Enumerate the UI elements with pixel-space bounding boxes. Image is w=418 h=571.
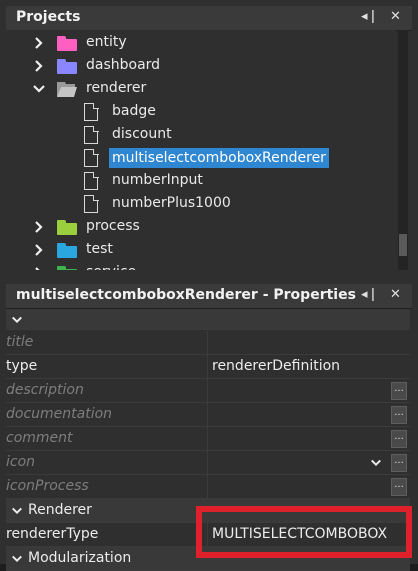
properties-collapse-bar[interactable] bbox=[6, 309, 410, 330]
minimize-icon[interactable]: ◂ bbox=[361, 287, 368, 302]
property-row-description[interactable]: description ... bbox=[6, 379, 410, 403]
property-value[interactable]: rendererDefinition bbox=[212, 358, 340, 374]
folder-icon bbox=[57, 36, 77, 51]
tree-scrollbar[interactable] bbox=[398, 30, 408, 270]
more-button[interactable]: ... bbox=[391, 478, 407, 496]
property-name: icon bbox=[6, 454, 36, 470]
property-row-icon-process[interactable]: iconProcess ... bbox=[6, 475, 410, 499]
tree-item-label: numberInput bbox=[112, 172, 203, 188]
projects-panel-header: Projects ◂ ǀ ✕ bbox=[6, 6, 412, 31]
folder-open-icon bbox=[57, 82, 77, 97]
tree-item-label: discount bbox=[112, 126, 172, 142]
tree-item-label: renderer bbox=[86, 80, 147, 96]
property-name: description bbox=[6, 382, 84, 398]
folder-icon bbox=[57, 220, 77, 235]
property-row-title[interactable]: title bbox=[6, 331, 410, 355]
pin-icon[interactable]: ǀ bbox=[371, 287, 375, 302]
more-button[interactable]: ... bbox=[391, 430, 407, 448]
tree-item-label: numberPlus1000 bbox=[112, 195, 231, 211]
chevron-down-icon[interactable] bbox=[11, 553, 23, 565]
file-icon bbox=[84, 171, 99, 190]
chevron-right-icon[interactable] bbox=[32, 59, 46, 73]
property-name: title bbox=[6, 334, 34, 350]
chevron-down-icon[interactable] bbox=[11, 505, 23, 517]
tree-item-entity[interactable]: entity bbox=[6, 32, 396, 55]
tree-item-number-plus-1000[interactable]: numberPlus1000 bbox=[6, 193, 396, 216]
chevron-down-icon[interactable] bbox=[11, 314, 23, 326]
property-name: type bbox=[6, 358, 38, 374]
close-icon[interactable]: ✕ bbox=[390, 287, 401, 302]
chevron-right-icon[interactable] bbox=[32, 243, 46, 257]
file-icon bbox=[84, 194, 99, 213]
tree-item-label: dashboard bbox=[86, 57, 161, 73]
tree-item-dashboard[interactable]: dashboard bbox=[6, 55, 396, 78]
tree-item-badge[interactable]: badge bbox=[6, 101, 396, 124]
properties-panel-title: multiselectcomboboxRenderer - Properties bbox=[16, 287, 356, 303]
tree-item-label-selected: multiselectcomboboxRenderer bbox=[109, 148, 329, 168]
minimize-icon[interactable]: ◂ bbox=[361, 9, 368, 24]
property-name: iconProcess bbox=[6, 478, 89, 494]
tree-item-test[interactable]: test bbox=[6, 239, 396, 262]
scrollbar-thumb[interactable] bbox=[399, 234, 407, 256]
more-button[interactable]: ... bbox=[391, 382, 407, 400]
folder-icon bbox=[57, 59, 77, 74]
folder-icon bbox=[57, 243, 77, 258]
properties-panel-header: multiselectcomboboxRenderer - Properties… bbox=[6, 284, 412, 309]
chevron-right-icon[interactable] bbox=[32, 266, 46, 270]
chevron-right-icon[interactable] bbox=[32, 36, 46, 50]
project-tree: entity dashboard renderer badge discount… bbox=[6, 30, 396, 270]
file-icon bbox=[84, 148, 99, 167]
folder-icon bbox=[57, 266, 77, 270]
tree-item-label: badge bbox=[112, 103, 156, 119]
property-row-comment[interactable]: comment ... bbox=[6, 427, 410, 451]
more-button[interactable]: ... bbox=[391, 454, 407, 472]
tree-item-discount[interactable]: discount bbox=[6, 124, 396, 147]
tree-item-label: service bbox=[86, 264, 136, 270]
tree-item-process[interactable]: process bbox=[6, 216, 396, 239]
tree-item-service[interactable]: service bbox=[6, 262, 396, 270]
tree-item-renderer[interactable]: renderer bbox=[6, 78, 396, 101]
tree-item-multiselectcombobox-renderer[interactable]: multiselectcomboboxRenderer bbox=[6, 147, 396, 170]
chevron-down-icon[interactable] bbox=[32, 82, 46, 96]
close-icon[interactable]: ✕ bbox=[390, 9, 401, 24]
property-row-type[interactable]: type rendererDefinition bbox=[6, 355, 410, 379]
tree-item-label: test bbox=[86, 241, 113, 257]
more-button[interactable]: ... bbox=[391, 406, 407, 424]
file-icon bbox=[84, 125, 99, 144]
pin-icon[interactable]: ǀ bbox=[371, 9, 375, 24]
property-row-documentation[interactable]: documentation ... bbox=[6, 403, 410, 427]
tree-item-label: entity bbox=[86, 34, 127, 50]
property-name: documentation bbox=[6, 406, 113, 422]
property-row-icon[interactable]: icon ... bbox=[6, 451, 410, 475]
dropdown-chevron-icon[interactable] bbox=[370, 457, 382, 469]
projects-panel: Projects ◂ ǀ ✕ entity dashboard renderer… bbox=[0, 0, 418, 278]
highlight-box bbox=[196, 506, 412, 558]
tree-item-number-input[interactable]: numberInput bbox=[6, 170, 396, 193]
chevron-right-icon[interactable] bbox=[32, 220, 46, 234]
file-icon bbox=[84, 102, 99, 121]
projects-panel-title: Projects bbox=[16, 9, 81, 25]
property-name: rendererType bbox=[6, 526, 99, 542]
property-name: comment bbox=[6, 430, 73, 446]
group-label: Renderer bbox=[28, 502, 92, 518]
tree-item-label: process bbox=[86, 218, 140, 234]
